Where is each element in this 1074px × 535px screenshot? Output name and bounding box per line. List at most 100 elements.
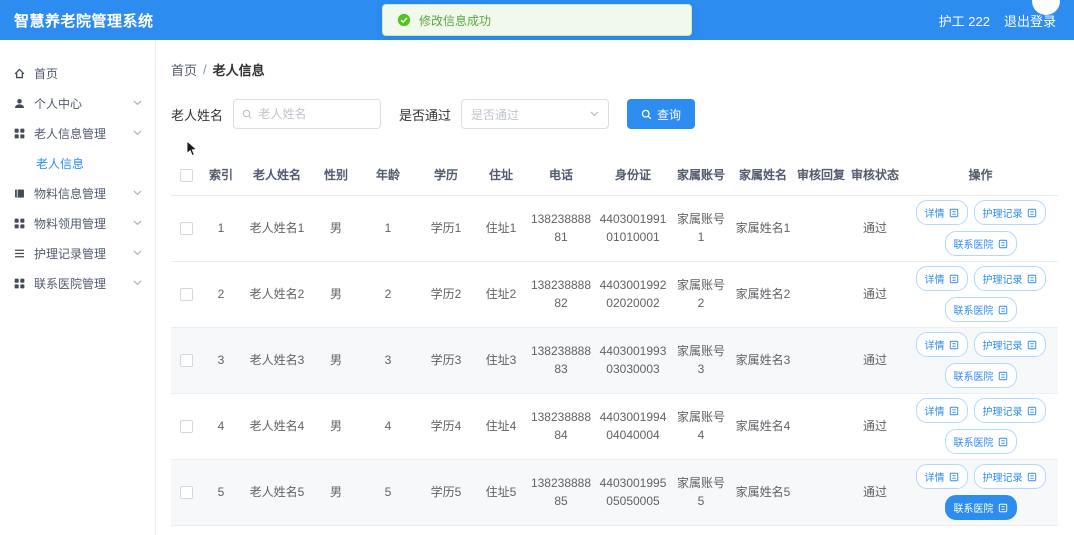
cell-education: 学历5 [417,459,475,526]
col-name: 老人姓名 [241,155,313,196]
cell-review-status: 通过 [847,393,903,460]
row-checkbox[interactable] [179,486,193,500]
detail-button[interactable]: 详情 [915,332,968,357]
care-record-button[interactable]: 护理记录 [973,266,1046,291]
form-icon [949,274,959,284]
breadcrumb: 首页 / 老人信息 [171,60,1058,79]
row-checkbox[interactable] [179,288,193,302]
row-checkbox[interactable] [179,420,193,434]
cell-age: 2 [359,261,417,328]
sidebar-item-home[interactable]: 首页 [0,58,155,88]
table-row: 1 老人姓名1 男 1 学历1 住址1 13823888881 44030019… [171,195,1058,262]
search-button[interactable]: 查询 [627,99,696,129]
col-age: 年龄 [359,155,417,196]
cell-index: 1 [201,195,241,262]
chevron-down-icon [133,250,142,256]
care-record-button[interactable]: 护理记录 [973,200,1046,225]
cell-id-card: 440300199505050005 [595,459,671,526]
col-education: 学历 [417,155,475,196]
form-icon [1027,340,1037,350]
cell-family-name: 家属姓名3 [731,327,795,394]
cell-family-account: 家属账号5 [671,459,731,526]
detail-button[interactable]: 详情 [915,266,968,291]
cell-index: 5 [201,459,241,526]
cell-review-status: 通过 [847,327,903,394]
form-icon [998,239,1008,249]
row-checkbox[interactable] [179,354,193,368]
care-record-button[interactable]: 护理记录 [973,332,1046,357]
cell-actions: 详情 护理记录 联系医院 [903,261,1058,328]
cell-family-account: 家属账号3 [671,327,731,394]
sidebar-item-label: 物料信息管理 [34,186,107,201]
check-circle-icon [397,13,411,27]
home-icon [13,67,26,80]
detail-button[interactable]: 详情 [915,464,968,489]
cell-address: 住址2 [475,261,527,328]
cell-phone: 13823888884 [527,393,595,460]
cell-family-name: 家属姓名5 [731,459,795,526]
cell-name: 老人姓名2 [241,261,313,328]
name-search-field[interactable] [233,99,382,129]
select-all-checkbox[interactable] [179,168,193,182]
cell-actions: 详情 护理记录 联系医院 [903,327,1058,394]
col-phone: 电话 [527,155,595,196]
cell-education: 学历4 [417,393,475,460]
col-id-card: 身份证 [595,155,671,196]
grid-icon [13,277,26,290]
breadcrumb-home[interactable]: 首页 [171,60,197,79]
toast-message: 修改信息成功 [419,13,492,28]
cell-review-reply [795,195,847,262]
sidebar-item-label: 护理记录管理 [34,246,107,261]
cell-id-card: 440300199202020002 [595,261,671,328]
cell-id-card: 440300199303030003 [595,327,671,394]
chevron-down-icon [133,220,142,226]
sidebar-item-material-request-mgmt[interactable]: 物料领用管理 [0,208,155,238]
chevron-down-icon [590,111,599,117]
pass-select-placeholder: 是否通过 [471,107,520,122]
cell-id-card: 440300199101010001 [595,195,671,262]
cell-gender: 男 [313,261,359,328]
contact-hospital-button[interactable]: 联系医院 [944,363,1017,388]
sidebar-item-care-record-mgmt[interactable]: 护理记录管理 [0,238,155,268]
form-icon [998,371,1008,381]
cell-gender: 男 [313,393,359,460]
breadcrumb-current: 老人信息 [212,63,265,78]
sidebar-item-label: 个人中心 [34,96,83,111]
care-record-button[interactable]: 护理记录 [973,398,1046,423]
sidebar-item-contact-hospital-mgmt[interactable]: 联系医院管理 [0,268,155,298]
list-icon [13,247,26,260]
pass-select[interactable]: 是否通过 [461,99,610,129]
table-header: 索引 老人姓名 性别 年龄 学历 住址 电话 身份证 家属账号 家属姓名 审核回… [171,155,1058,196]
filter-bar: 老人姓名 是否通过 是否通过 查询 [171,99,1058,129]
chevron-down-icon [133,190,142,196]
cell-address: 住址5 [475,459,527,526]
cell-age: 5 [359,459,417,526]
search-icon [641,109,652,120]
contact-hospital-button[interactable]: 联系医院 [944,495,1017,520]
cell-address: 住址1 [475,195,527,262]
contact-hospital-button[interactable]: 联系医院 [944,297,1017,322]
name-search-input[interactable] [258,107,373,121]
sidebar-item-material-info-mgmt[interactable]: 物料信息管理 [0,178,155,208]
cell-age: 4 [359,393,417,460]
sidebar-item-elder-info-mgmt[interactable]: 老人信息管理 [0,118,155,148]
detail-button[interactable]: 详情 [915,200,968,225]
sidebar-subitem-elder-info[interactable]: 老人信息 [0,148,155,178]
cell-family-name: 家属姓名4 [731,393,795,460]
main-content: 首页 / 老人信息 老人姓名 是否通过 是否通过 查询 索引 老人姓名 性别 [157,40,1074,535]
cell-gender: 男 [313,459,359,526]
sidebar-item-personal-center[interactable]: 个人中心 [0,88,155,118]
cell-phone: 13823888882 [527,261,595,328]
col-actions: 操作 [903,155,1058,196]
cell-name: 老人姓名1 [241,195,313,262]
cell-id-card: 440300199404040004 [595,393,671,460]
detail-button[interactable]: 详情 [915,398,968,423]
col-family-name: 家属姓名 [731,155,795,196]
cell-index: 2 [201,261,241,328]
grid-icon [13,217,26,230]
row-checkbox[interactable] [179,222,193,236]
contact-hospital-button[interactable]: 联系医院 [944,231,1017,256]
care-record-button[interactable]: 护理记录 [973,464,1046,489]
contact-hospital-button[interactable]: 联系医院 [944,429,1017,454]
cell-review-reply [795,393,847,460]
